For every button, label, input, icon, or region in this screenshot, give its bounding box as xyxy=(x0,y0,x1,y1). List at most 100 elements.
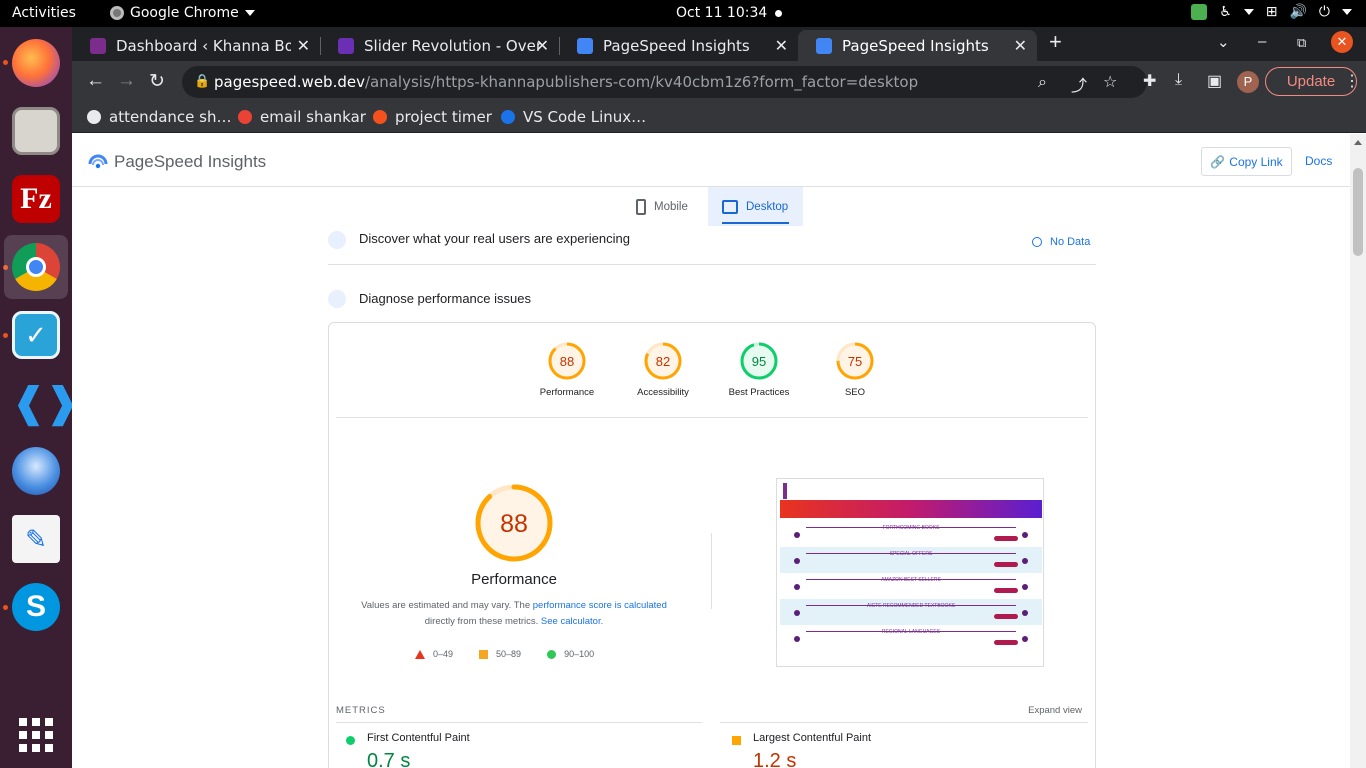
clock[interactable]: Oct 11 10:34 xyxy=(676,5,767,21)
info-icon xyxy=(1032,237,1042,247)
score-gauge: 75 xyxy=(836,342,874,380)
tab-desktop[interactable]: Desktop xyxy=(708,187,803,226)
gauge-score: 95 xyxy=(752,354,766,369)
show-apps-button[interactable] xyxy=(4,703,68,767)
desktop-icon xyxy=(722,199,738,214)
view-more-pill xyxy=(994,614,1018,619)
browser-toolbar: ← → ↻ 🔒 pagespeed.web.dev/analysis/https… xyxy=(72,61,1366,101)
gauge-label: SEO xyxy=(844,387,866,398)
section-label: AMAZON BEST SELLERS xyxy=(881,577,941,583)
lock-icon[interactable]: 🔒 xyxy=(194,74,210,89)
files-launcher[interactable] xyxy=(4,99,68,163)
close-icon[interactable]: ✕ xyxy=(775,36,788,55)
divider xyxy=(336,722,702,723)
extensions-icon[interactable]: ✚ xyxy=(1143,71,1156,91)
reload-button[interactable]: ↻ xyxy=(149,70,165,93)
docs-link[interactable]: Docs xyxy=(1305,154,1332,168)
mobile-icon xyxy=(636,198,646,215)
tab-dashboard[interactable]: Dashboard ‹ Khanna Book ✕ xyxy=(72,30,320,61)
no-data-label: No Data xyxy=(1050,236,1091,248)
psi-title[interactable]: PageSpeed Insights xyxy=(114,152,266,172)
download-icon[interactable]: ⤓ xyxy=(1175,71,1182,89)
copy-link-button[interactable]: 🔗 Copy Link xyxy=(1201,147,1292,176)
scrollbar-thumb[interactable] xyxy=(1353,168,1363,256)
gauge-label: Performance xyxy=(539,387,595,398)
volume-icon[interactable]: 🔊 xyxy=(1289,4,1306,20)
close-icon[interactable]: ✕ xyxy=(297,36,310,55)
profile-avatar[interactable]: P xyxy=(1237,71,1259,93)
score-calculated-link[interactable]: performance score is calculated xyxy=(533,600,667,611)
bookmark-project-timer[interactable]: project timer xyxy=(373,108,492,126)
tab-pagespeed-1[interactable]: PageSpeed Insights ✕ xyxy=(559,30,798,61)
tab-title: Dashboard ‹ Khanna Book xyxy=(116,36,291,55)
see-calculator-link[interactable]: See calculator. xyxy=(541,616,603,627)
dock: Fz ✓ ❰❱ ✎ S xyxy=(0,27,79,768)
text-editor-launcher[interactable]: ✎ xyxy=(4,507,68,571)
tab-favicon xyxy=(577,37,593,54)
tab-underline xyxy=(722,222,789,224)
legend-label: 90–100 xyxy=(564,649,595,659)
activities-button[interactable]: Activities xyxy=(12,5,76,21)
chevron-down-icon xyxy=(244,10,255,16)
close-icon[interactable]: ✕ xyxy=(536,36,549,55)
system-tray[interactable]: ♿ ⊞ 🔊 ⏻ xyxy=(1191,4,1352,20)
new-tab-button[interactable]: + xyxy=(1049,29,1062,55)
back-button[interactable]: ← xyxy=(86,70,105,92)
expand-view-toggle[interactable]: Expand view xyxy=(1028,705,1082,716)
chrome-launcher[interactable] xyxy=(4,235,68,299)
vscode-launcher[interactable]: ❰❱ xyxy=(4,371,79,435)
gauge-seo[interactable]: 75 SEO xyxy=(807,341,903,398)
section-label: AICTE RECOMMENDED TEXTBOOKS xyxy=(866,603,956,609)
zoom-icon[interactable]: ⌕ xyxy=(1038,72,1047,92)
forward-button[interactable]: → xyxy=(117,70,136,92)
gauge-performance[interactable]: 88 Performance xyxy=(519,341,615,398)
accessibility-icon[interactable]: ♿ xyxy=(1219,4,1232,20)
gauge-best-practices[interactable]: 95 Best Practices xyxy=(711,341,807,398)
app-menu[interactable]: Google Chrome xyxy=(110,5,255,21)
maximize-button[interactable]: ⧉ xyxy=(1297,35,1306,51)
copy-link-label: Copy Link xyxy=(1229,154,1283,169)
timer-icon xyxy=(373,110,387,124)
bookmark-star-icon[interactable]: ☆ xyxy=(1103,72,1117,91)
legend-fail: 0–49 xyxy=(415,649,453,659)
close-window-button[interactable]: ✕ xyxy=(1331,31,1353,53)
filezilla-launcher[interactable]: Fz xyxy=(4,167,68,231)
chrome-icon xyxy=(12,243,60,291)
discover-section: Discover what your real users are experi… xyxy=(328,230,1096,265)
no-data-indicator[interactable]: No Data xyxy=(1032,236,1090,248)
side-panel-icon[interactable]: ▣ xyxy=(1207,71,1222,91)
divider xyxy=(711,533,712,609)
site-nav-banner xyxy=(780,500,1042,518)
close-icon[interactable]: ✕ xyxy=(1014,36,1027,55)
screenshot-section: AMAZON BEST SELLERS xyxy=(780,573,1042,599)
bookmark-attendance[interactable]: attendance sh… xyxy=(87,108,231,126)
bookmark-email[interactable]: email shankar xyxy=(238,108,366,126)
tab-search-button[interactable]: ⌄ xyxy=(1217,33,1230,51)
tab-mobile[interactable]: Mobile xyxy=(620,187,708,226)
grid-icon xyxy=(19,718,53,752)
bookmark-vscode[interactable]: VS Code Linux… xyxy=(501,108,646,126)
timer-launcher[interactable]: ✓ xyxy=(4,303,68,367)
firefox-launcher[interactable] xyxy=(4,31,68,95)
power-icon[interactable]: ⏻ xyxy=(1319,4,1330,20)
tab-pagespeed-2[interactable]: PageSpeed Insights ✕ xyxy=(798,30,1037,61)
skype-launcher[interactable]: S xyxy=(4,575,68,639)
thunderbird-launcher[interactable] xyxy=(4,439,68,503)
url-text[interactable]: pagespeed.web.dev/analysis/https-khannap… xyxy=(214,73,918,91)
page-screenshot-thumbnail[interactable]: FORTHCOMING BOOKS SPECIAL OFFERS AMAZON BE… xyxy=(776,478,1044,667)
performance-summary: 88 Performance Values are estimated and … xyxy=(329,483,699,630)
tab-slider-revolution[interactable]: Slider Revolution - Overvie ✕ xyxy=(320,30,559,61)
updates-icon[interactable] xyxy=(1191,4,1208,20)
score-legend: 0–49 50–89 90–100 xyxy=(415,649,594,659)
scroll-up-arrow-icon[interactable] xyxy=(1354,140,1362,145)
gauge-accessibility[interactable]: 82 Accessibility xyxy=(615,341,711,398)
page-scrollbar[interactable] xyxy=(1350,134,1366,768)
menu-kebab-icon[interactable]: ⋮ xyxy=(1344,71,1360,91)
share-icon[interactable]: ⤴ xyxy=(1071,72,1087,96)
circle-icon xyxy=(547,649,557,659)
network-icon[interactable]: ⊞ xyxy=(1266,4,1278,20)
legend-average: 50–89 xyxy=(479,649,521,659)
url-path: /analysis/https-khannapublishers-com/kv4… xyxy=(364,73,919,91)
minimize-button[interactable]: – xyxy=(1258,33,1266,50)
address-bar[interactable]: 🔒 pagespeed.web.dev/analysis/https-khann… xyxy=(182,66,1147,98)
